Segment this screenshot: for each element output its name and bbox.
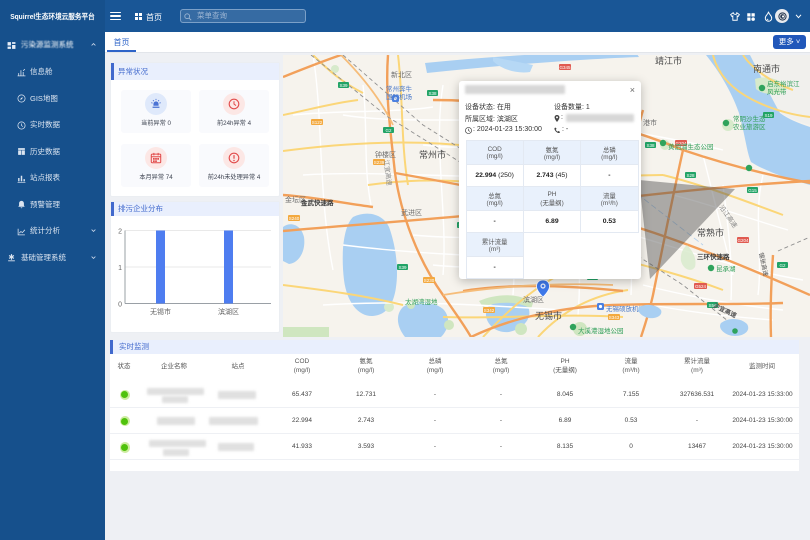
svg-text:滨湖区: 滨湖区 [218,307,239,316]
svg-text:常州奔牛: 常州奔牛 [386,84,413,93]
svg-text:G204: G204 [737,238,749,243]
svg-text:大溪港湿地公园: 大溪港湿地公园 [578,326,624,335]
svg-text:昆承湖: 昆承湖 [716,264,736,273]
svg-text:常熟市: 常熟市 [697,227,724,238]
svg-text:S240: S240 [289,216,300,221]
svg-text:S28: S28 [686,173,695,178]
svg-text:新北区: 新北区 [391,70,412,79]
svg-text:钟楼区: 钟楼区 [375,150,396,159]
svg-text:G524: G524 [695,284,707,289]
svg-text:无锡市: 无锡市 [535,310,562,321]
svg-text:国际机场: 国际机场 [386,92,413,101]
svg-text:G2: G2 [385,128,392,133]
svg-text:2: 2 [118,229,122,236]
svg-text:S122: S122 [312,120,323,125]
svg-text:G15: G15 [748,188,757,193]
svg-text:S39: S39 [398,265,407,270]
svg-text:无锡市: 无锡市 [150,307,171,316]
svg-text:风光带: 风光带 [767,87,787,96]
svg-text:1: 1 [118,265,122,272]
svg-text:金武快速路: 金武快速路 [300,198,334,207]
svg-text:南通市: 南通市 [753,63,780,74]
svg-text:常州市: 常州市 [419,149,446,160]
svg-text:S342: S342 [484,308,495,313]
svg-text:0: 0 [118,302,122,309]
svg-text:港市: 港市 [643,118,657,127]
svg-text:农业旅游区: 农业旅游区 [733,122,766,131]
svg-text:滨湖区: 滨湖区 [523,295,544,304]
svg-text:启东裕滨江: 启东裕滨江 [767,79,800,88]
svg-text:S39: S39 [339,83,348,88]
svg-text:S38: S38 [428,91,437,96]
svg-text:G2: G2 [779,263,786,268]
svg-text:S38: S38 [646,143,655,148]
svg-text:S19: S19 [764,113,773,118]
svg-text:三环快速路: 三环快速路 [697,252,730,261]
svg-text:靖江市: 靖江市 [655,55,682,66]
svg-text:黄泗浦生态公园: 黄泗浦生态公园 [668,142,714,151]
svg-text:G345: G345 [559,65,571,70]
svg-text:武进区: 武进区 [401,208,422,217]
svg-text:S343: S343 [609,315,620,320]
svg-text:常阴沙生态: 常阴沙生态 [733,114,766,123]
svg-text:S230: S230 [424,278,435,283]
svg-text:太湖湾湿地: 太湖湾湿地 [405,297,438,306]
